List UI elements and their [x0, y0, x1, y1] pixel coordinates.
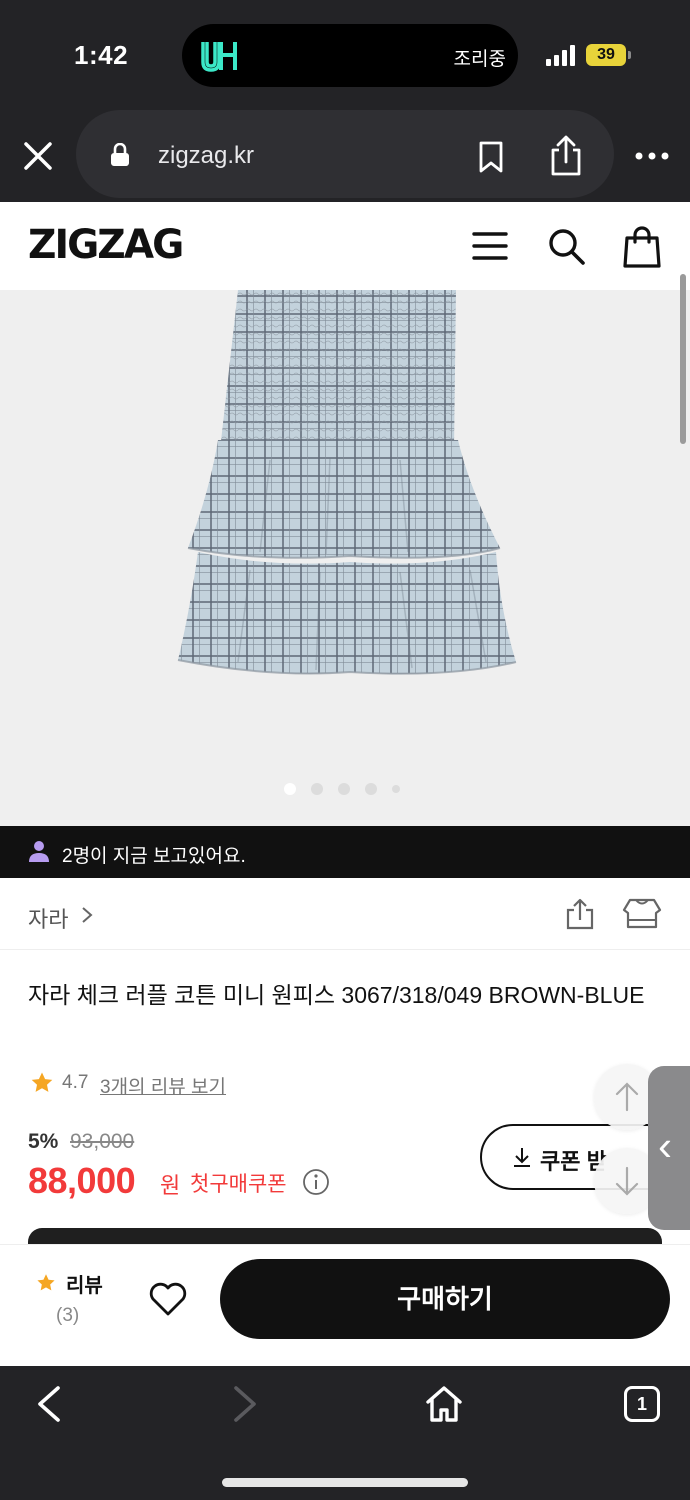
first-purchase-coupon-label: 첫구매쿠폰: [190, 1173, 287, 1196]
buy-button[interactable]: 구매하기: [220, 1259, 670, 1339]
zigzag-logo[interactable]: ZIGZAG: [28, 222, 184, 268]
carousel-dot[interactable]: [311, 783, 323, 795]
site-header: ZIGZAG: [0, 202, 690, 290]
compare-icon[interactable]: [622, 896, 662, 930]
carousel-dot[interactable]: [284, 783, 296, 795]
tabs-button[interactable]: 1: [624, 1386, 660, 1422]
signal-icon: [546, 44, 578, 66]
person-icon: [29, 841, 49, 862]
download-icon: [514, 1148, 530, 1167]
live-activity-text: 조리중: [453, 49, 506, 70]
info-icon[interactable]: [302, 1168, 330, 1196]
section-strip: [28, 1228, 662, 1244]
battery-tip: [628, 51, 631, 59]
menu-icon[interactable]: [472, 226, 508, 266]
page-scrollbar[interactable]: [680, 274, 686, 444]
sale-price: 88,000: [28, 1160, 136, 1201]
review-link[interactable]: 3개의 리뷰 보기: [100, 1072, 226, 1099]
shopping-bag-icon[interactable]: [622, 224, 662, 268]
review-count: (3): [56, 1305, 80, 1326]
review-label: 리뷰: [66, 1275, 103, 1297]
browser-address-bar: zigzag.kr: [0, 108, 690, 202]
back-icon[interactable]: [34, 1384, 64, 1424]
carousel-dot[interactable]: [338, 783, 350, 795]
viewers-text: 2명이 지금 보고있어요.: [62, 846, 246, 867]
bookmark-icon[interactable]: [476, 140, 506, 174]
side-panel-tab[interactable]: ‹: [648, 1066, 690, 1230]
review-summary[interactable]: 리뷰 (3): [36, 1267, 126, 1337]
viewers-banner: 2명이 지금 보고있어요.: [0, 826, 690, 878]
brand-link[interactable]: 자라: [28, 902, 68, 934]
home-indicator[interactable]: [222, 1478, 468, 1487]
status-bar: 1:42 조리중 39: [0, 0, 690, 108]
status-time: 1:42: [74, 40, 129, 70]
star-icon: [37, 1274, 55, 1291]
url-text: zigzag.kr: [158, 142, 255, 169]
share-icon[interactable]: [546, 134, 586, 178]
product-title: 자라 체크 러플 코튼 미니 원피스 3067/318/049 BROWN-BL…: [28, 982, 645, 1008]
chevron-right-icon[interactable]: [80, 906, 94, 924]
dynamic-island: 조리중: [182, 24, 518, 87]
forward-icon[interactable]: [230, 1384, 260, 1424]
carousel-dot[interactable]: [392, 785, 400, 793]
carousel-dot[interactable]: [365, 783, 377, 795]
product-info: 자라 자라 체크 러플 코튼 미니 원피스 3067/318/049 BROWN…: [0, 878, 690, 1244]
rating-value: 4.7: [62, 1072, 89, 1093]
battery-icon: 39: [586, 44, 626, 66]
browser-toolbar: 1: [0, 1366, 690, 1500]
brand-row: 자라: [0, 878, 690, 950]
product-image-carousel[interactable]: [0, 290, 690, 826]
close-icon[interactable]: [18, 136, 58, 176]
chevron-left-icon: ‹: [658, 1122, 672, 1169]
price-unit: 원: [160, 1173, 181, 1198]
app-activity-icon: [200, 38, 238, 74]
star-icon: [31, 1072, 53, 1092]
purchase-bar: 리뷰 (3) 구매하기: [0, 1244, 690, 1366]
heart-icon[interactable]: [148, 1281, 188, 1317]
discount-rate: 5%: [28, 1130, 59, 1153]
share-icon[interactable]: [564, 898, 596, 930]
lock-icon: [111, 143, 129, 166]
more-icon[interactable]: [632, 150, 672, 162]
search-icon[interactable]: [546, 226, 586, 266]
original-price: 93,000: [70, 1130, 135, 1153]
home-icon[interactable]: [424, 1384, 464, 1424]
url-field[interactable]: zigzag.kr: [76, 110, 614, 198]
product-photo-dress: [177, 290, 517, 675]
